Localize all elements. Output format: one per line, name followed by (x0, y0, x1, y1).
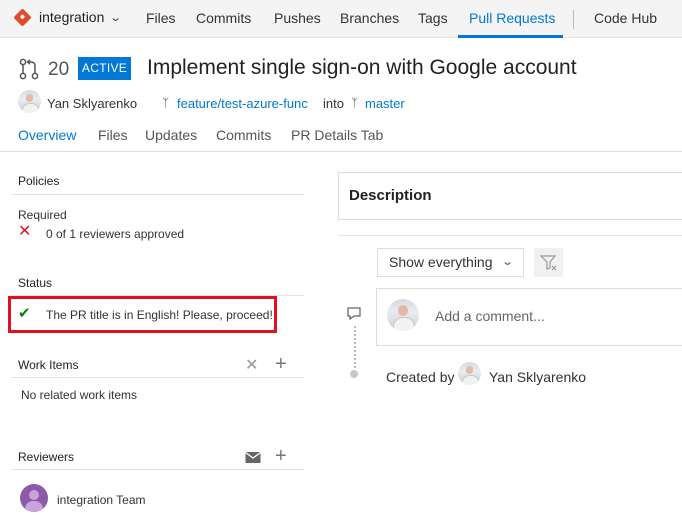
nav-tab-tags[interactable]: Tags (418, 10, 448, 26)
active-tab-indicator (458, 35, 563, 38)
required-label: Required (18, 208, 67, 222)
tab-overview[interactable]: Overview (18, 127, 76, 143)
pull-request-icon (19, 58, 39, 80)
plus-icon[interactable]: + (275, 446, 287, 466)
divider (338, 235, 682, 236)
nav-tab-files[interactable]: Files (146, 10, 176, 26)
git-repo-icon (13, 7, 32, 27)
plus-icon[interactable]: + (275, 354, 287, 374)
into-label: into (323, 96, 344, 111)
tab-pr-details[interactable]: PR Details Tab (291, 127, 383, 143)
divider (11, 194, 304, 195)
current-user-avatar (387, 299, 419, 331)
branch-icon: ᛉ (162, 96, 170, 110)
header-divider (0, 151, 682, 152)
status-highlight-box (8, 296, 277, 333)
comment-input[interactable]: Add a comment... (435, 308, 545, 324)
divider (11, 469, 304, 470)
status-badge: ACTIVE (78, 57, 131, 80)
page-title: Implement single sign-on with Google acc… (147, 56, 577, 79)
tab-commits[interactable]: Commits (216, 127, 271, 143)
close-icon[interactable]: ✕ (245, 357, 258, 374)
repo-name: integration (39, 9, 105, 25)
description-title: Description (349, 187, 432, 204)
chevron-down-icon: ⌄ (500, 256, 514, 268)
timeline-line (354, 326, 356, 368)
author-name[interactable]: Yan Sklyarenko (47, 96, 137, 111)
author-avatar[interactable] (18, 90, 41, 113)
nav-tab-pull-requests[interactable]: Pull Requests (469, 10, 555, 26)
filter-button[interactable] (534, 248, 563, 277)
nav-code-hub[interactable]: Code Hub (594, 10, 657, 26)
close-icon: ✕ (18, 223, 32, 240)
reviewers-title: Reviewers (18, 450, 75, 464)
tab-updates[interactable]: Updates (145, 127, 197, 143)
activity-filter-dropdown[interactable]: Show everything ⌄ (377, 248, 524, 277)
status-title: Status (18, 276, 53, 290)
nav-tab-branches[interactable]: Branches (340, 10, 399, 26)
work-items-empty: No related work items (21, 388, 138, 402)
divider (11, 377, 304, 378)
source-branch-link[interactable]: feature/test-azure-func (177, 96, 308, 111)
nav-tab-pushes[interactable]: Pushes (274, 10, 321, 26)
team-avatar (20, 484, 48, 512)
branch-icon: ᛉ (351, 96, 359, 110)
nav-tab-commits[interactable]: Commits (196, 10, 251, 26)
reviewers-policy-status: 0 of 1 reviewers approved (46, 227, 185, 241)
repo-selector[interactable]: integration ⌄ (13, 7, 123, 27)
filter-icon (540, 255, 557, 271)
mail-icon[interactable] (245, 451, 261, 464)
target-branch-link[interactable]: master (365, 96, 405, 111)
reviewer-name[interactable]: integration Team (57, 493, 146, 507)
work-items-title: Work Items (18, 358, 79, 372)
comment-icon (347, 307, 361, 321)
pr-id: 20 (48, 59, 70, 80)
tab-files[interactable]: Files (98, 127, 128, 143)
policies-title: Policies (18, 174, 60, 188)
activity-filter-value: Show everything (389, 254, 493, 270)
creator-avatar[interactable] (458, 362, 481, 385)
chevron-down-icon: ⌄ (109, 11, 123, 24)
creator-name[interactable]: Yan Sklyarenko (489, 369, 586, 385)
top-nav: integration ⌄ Files Commits Pushes Branc… (0, 0, 682, 38)
created-by-label: Created by (386, 369, 455, 385)
nav-separator (573, 10, 574, 29)
timeline-dot (350, 370, 358, 378)
